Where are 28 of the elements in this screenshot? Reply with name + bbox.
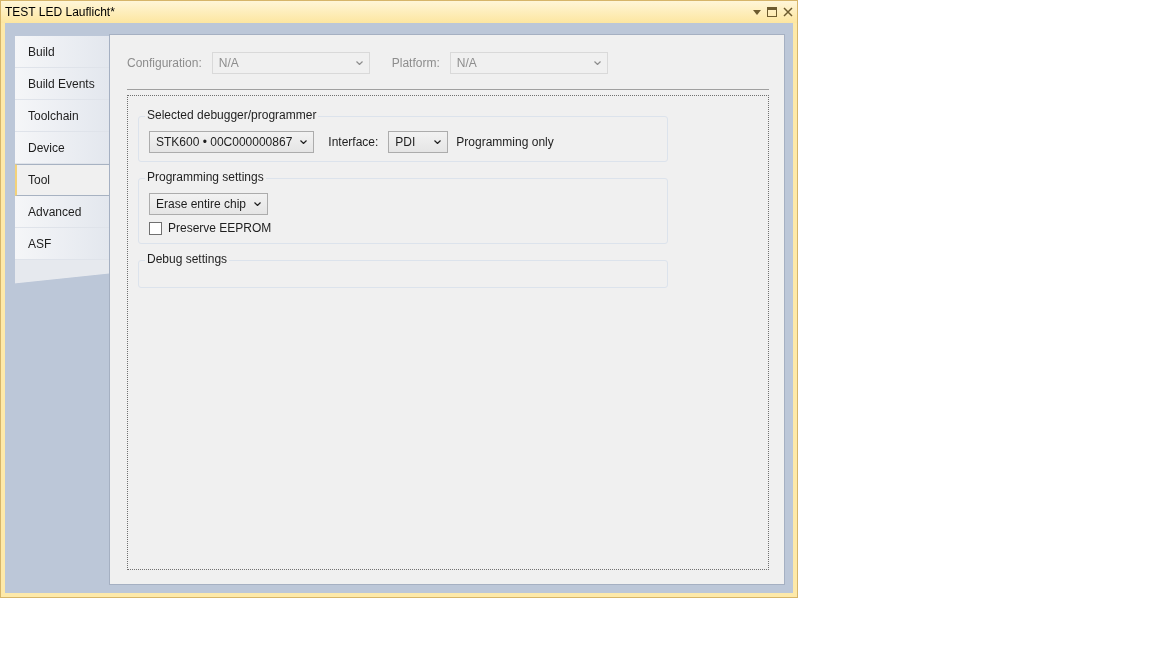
settings-tab[interactable]: Build Events [15,68,109,100]
settings-tab[interactable]: Device [15,132,109,164]
checkbox[interactable] [149,221,162,235]
group-title: Programming settings [145,170,266,184]
dropdown-icon[interactable] [753,9,761,15]
maximize-icon[interactable] [767,7,777,17]
close-icon[interactable] [783,7,793,17]
configuration-label: Configuration: [127,56,202,70]
group-title: Debug settings [145,252,230,266]
window-title: TEST LED Lauflicht* [5,5,116,19]
settings-tab[interactable]: Tool [15,164,109,196]
checkbox-label: Preserve EEPROM [168,221,272,235]
settings-tab[interactable]: ASF [15,228,109,260]
interface-label: Interface: [328,135,379,149]
caret-icon [254,202,262,206]
caret-icon [300,140,308,144]
group-title: Selected debugger/programmer [145,108,319,122]
interface-mode-text: Programming only [456,135,554,149]
interface-dropdown[interactable]: PDI [388,131,449,153]
settings-tab[interactable]: Advanced [15,196,109,228]
caret-icon [593,61,601,65]
settings-tab[interactable]: Toolchain [15,100,109,132]
caret-icon [355,61,363,65]
debugger-dropdown[interactable]: STK600 • 00C000000867 [149,131,315,153]
erase-dropdown[interactable]: Erase entire chip [149,193,269,215]
caret-icon [434,140,442,144]
platform-label: Platform: [391,56,440,70]
settings-tab[interactable]: Build [15,36,109,68]
